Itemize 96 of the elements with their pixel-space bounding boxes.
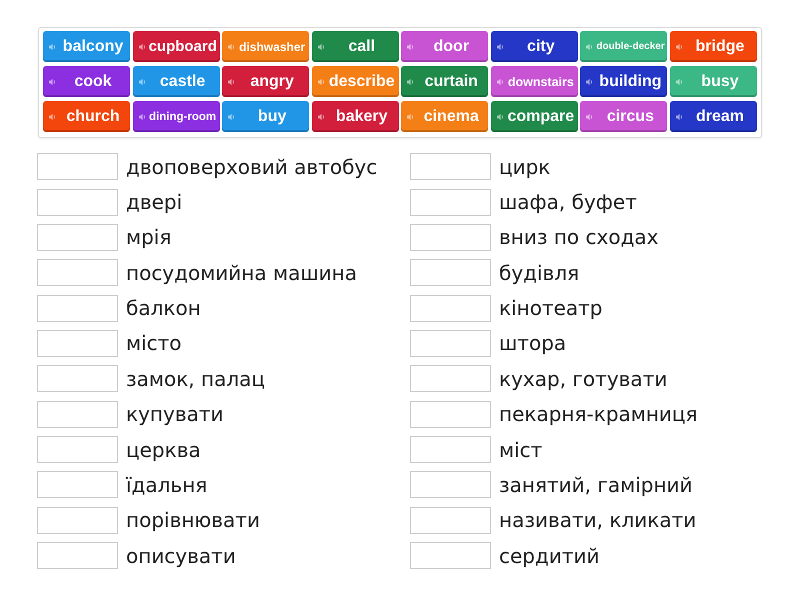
definition-text: церква bbox=[126, 438, 201, 462]
speaker-icon bbox=[138, 112, 146, 120]
answer-box[interactable] bbox=[410, 259, 491, 286]
speaker-icon bbox=[496, 42, 504, 50]
speaker-icon bbox=[407, 112, 414, 120]
definition-text: посудомийна машина bbox=[126, 260, 357, 285]
answer-box[interactable] bbox=[410, 153, 491, 180]
word-tile[interactable]: dream bbox=[670, 101, 757, 132]
definition-text: кінотеатр bbox=[499, 296, 603, 320]
definition-text: балкон bbox=[126, 296, 201, 320]
answer-box[interactable] bbox=[410, 224, 491, 251]
word-tile[interactable]: double-decker bbox=[580, 31, 668, 62]
definition-text: місто bbox=[126, 331, 182, 356]
speaker-icon bbox=[49, 42, 56, 50]
definition-text: називати, кликати bbox=[499, 508, 696, 532]
word-tile[interactable]: call bbox=[312, 31, 399, 62]
speaker-icon bbox=[228, 112, 236, 120]
definition-text: двоповерховий автобус bbox=[126, 154, 378, 179]
speaker-icon bbox=[228, 42, 236, 50]
word-tile[interactable]: angry bbox=[222, 66, 310, 97]
definition-text: кухар, готувати bbox=[499, 366, 668, 391]
answer-box[interactable] bbox=[410, 330, 491, 357]
answer-box[interactable] bbox=[410, 400, 491, 428]
speaker-icon bbox=[676, 42, 683, 50]
word-tile[interactable]: dining-room bbox=[132, 101, 220, 132]
definition-text: мрія bbox=[126, 225, 172, 250]
definition-text: штора bbox=[499, 331, 566, 356]
speaker-icon bbox=[496, 78, 504, 86]
speaker-icon bbox=[496, 112, 504, 120]
word-tile[interactable]: describe bbox=[312, 66, 399, 97]
word-tile[interactable]: cupboard bbox=[132, 31, 220, 62]
word-tile[interactable]: buy bbox=[222, 101, 310, 132]
speaker-icon bbox=[138, 42, 146, 50]
speaker-icon bbox=[407, 42, 414, 50]
answer-box[interactable] bbox=[37, 153, 118, 180]
speaker-icon bbox=[586, 42, 594, 50]
word-tile[interactable]: dishwasher bbox=[222, 31, 310, 62]
speaker-icon bbox=[49, 78, 56, 86]
definition-text: міст bbox=[499, 438, 542, 462]
definition-text: шафа, буфет bbox=[499, 190, 637, 214]
word-tile[interactable]: bakery bbox=[312, 101, 399, 132]
answer-box[interactable] bbox=[37, 224, 118, 251]
word-tile[interactable]: church bbox=[43, 101, 130, 132]
answer-box[interactable] bbox=[37, 365, 118, 392]
word-tile[interactable]: busy bbox=[670, 66, 757, 97]
answer-box[interactable] bbox=[410, 471, 491, 498]
word-tile[interactable]: circus bbox=[580, 101, 668, 132]
word-tile[interactable]: curtain bbox=[401, 66, 488, 97]
definition-text: вниз по сходах bbox=[499, 225, 659, 250]
speaker-icon bbox=[318, 112, 325, 120]
definition-text: порівнювати bbox=[126, 508, 260, 532]
word-tile[interactable]: cook bbox=[43, 66, 130, 97]
word-tile[interactable]: door bbox=[401, 31, 488, 62]
speaker-icon bbox=[676, 112, 683, 120]
word-tile[interactable]: bridge bbox=[670, 31, 757, 62]
word-tile[interactable]: city bbox=[490, 31, 578, 62]
answer-box[interactable] bbox=[37, 400, 118, 428]
speaker-icon bbox=[138, 78, 146, 86]
speaker-icon bbox=[586, 112, 594, 120]
definition-text: замок, палац bbox=[126, 366, 265, 391]
definition-text: будівля bbox=[499, 260, 580, 285]
answer-box[interactable] bbox=[410, 542, 491, 570]
definition-text: їдальня bbox=[126, 472, 208, 497]
answer-box[interactable] bbox=[37, 330, 118, 357]
definition-text: занятий, гамірний bbox=[499, 472, 693, 497]
speaker-icon bbox=[318, 78, 325, 86]
definition-text: купувати bbox=[126, 402, 224, 426]
word-tile[interactable]: cinema bbox=[401, 101, 488, 132]
answer-box[interactable] bbox=[410, 365, 491, 392]
answer-box[interactable] bbox=[37, 506, 118, 534]
speaker-icon bbox=[228, 78, 236, 86]
definition-text: сердитий bbox=[499, 544, 600, 568]
word-tile[interactable]: compare bbox=[490, 101, 578, 132]
speaker-icon bbox=[318, 42, 325, 50]
definition-text: двері bbox=[126, 190, 182, 214]
answer-box[interactable] bbox=[37, 259, 118, 286]
answer-box[interactable] bbox=[410, 436, 491, 464]
word-tile[interactable]: balcony bbox=[43, 31, 130, 62]
word-tile[interactable]: castle bbox=[132, 66, 220, 97]
definition-text: пекарня-крамниця bbox=[499, 402, 698, 426]
answer-box[interactable] bbox=[37, 436, 118, 464]
answer-box[interactable] bbox=[37, 188, 118, 216]
word-tile[interactable]: downstairs bbox=[490, 66, 578, 97]
speaker-icon bbox=[49, 112, 56, 120]
answer-box[interactable] bbox=[37, 471, 118, 498]
answer-box[interactable] bbox=[37, 542, 118, 570]
speaker-icon bbox=[676, 78, 683, 86]
word-tile[interactable]: building bbox=[580, 66, 668, 97]
definition-text: описувати bbox=[126, 544, 236, 568]
answer-box[interactable] bbox=[410, 506, 491, 534]
speaker-icon bbox=[407, 78, 414, 86]
definition-text: цирк bbox=[499, 154, 550, 179]
answer-box[interactable] bbox=[37, 294, 118, 322]
speaker-icon bbox=[586, 78, 594, 86]
answer-box[interactable] bbox=[410, 188, 491, 216]
answer-box[interactable] bbox=[410, 294, 491, 322]
